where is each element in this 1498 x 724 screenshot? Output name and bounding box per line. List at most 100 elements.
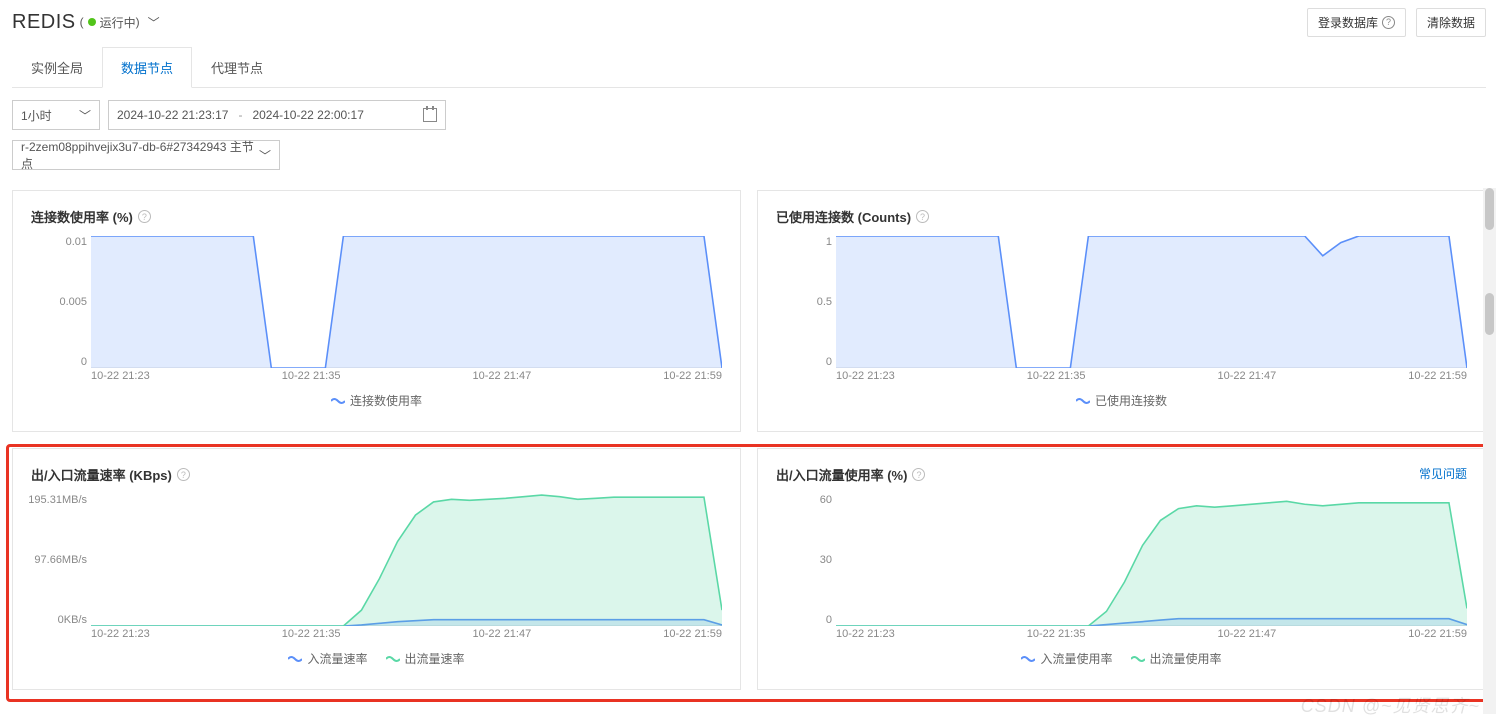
- page-header: REDIS (运行中) ﹀ 登录数据库 ? 清除数据: [12, 4, 1486, 40]
- x-tick: 10-22 21:35: [282, 628, 341, 644]
- y-tick: 30: [820, 554, 832, 566]
- scrollbar-track[interactable]: [1483, 188, 1496, 714]
- y-tick: 97.66MB/s: [34, 554, 87, 566]
- y-tick: 0.005: [59, 296, 87, 308]
- status-text: 运行中: [100, 14, 136, 31]
- chart-legend: 入流量速率 出流量速率: [31, 650, 722, 667]
- x-axis: 10-22 21:2310-22 21:3510-22 21:4710-22 2…: [91, 370, 722, 386]
- x-tick: 10-22 21:59: [663, 628, 722, 644]
- x-tick: 10-22 21:47: [1218, 628, 1277, 644]
- legend-label: 入流量使用率: [1040, 650, 1112, 667]
- legend-item[interactable]: 连接数使用率: [331, 392, 422, 409]
- chevron-down-icon: ﹀: [259, 147, 271, 164]
- chart-plot[interactable]: [836, 236, 1467, 368]
- legend-item[interactable]: 入流量速率: [288, 650, 367, 667]
- y-tick: 0.5: [817, 296, 832, 308]
- x-tick: 10-22 21:35: [1027, 370, 1086, 386]
- x-axis: 10-22 21:23 10-22 21:35 10-22 21:47 10-22 2…: [91, 628, 722, 644]
- legend-label: 连接数使用率: [350, 392, 422, 409]
- chart-plot[interactable]: [836, 494, 1467, 626]
- help-icon[interactable]: ?: [177, 468, 190, 481]
- legend-item[interactable]: 出流量使用率: [1131, 650, 1222, 667]
- legend-item[interactable]: 入流量使用率: [1021, 650, 1112, 667]
- x-axis: 10-22 21:23 10-22 21:35 10-22 21:47 10-22 2…: [836, 370, 1467, 386]
- watermark: CSDN @~见贤思齐~: [1301, 692, 1480, 718]
- chart-card-conn_used: 已使用连接数 (Counts) ? 10.50 10-22 21:2310-22…: [757, 190, 1486, 432]
- y-axis: 10.50: [776, 236, 836, 368]
- tabs: 实例全局 数据节点 代理节点: [12, 46, 1486, 88]
- faq-link[interactable]: 常见问题: [1419, 465, 1467, 482]
- range-start: 2024-10-22 21:23:17: [117, 108, 228, 122]
- scrollbar-thumb[interactable]: [1485, 188, 1494, 230]
- chart-card-traffic_rate: 出/入口流量速率 (KBps) ? 195.31MB/s97.66MB/s0KB…: [12, 448, 741, 690]
- x-tick: 10-22 21:35: [282, 370, 341, 386]
- legend-item[interactable]: 已使用连接数: [1076, 392, 1167, 409]
- help-icon[interactable]: ?: [912, 468, 925, 481]
- x-tick: 10-22 21:23: [836, 370, 895, 386]
- chart-plot[interactable]: [91, 236, 722, 368]
- chart-legend: 连接数使用率: [31, 392, 722, 409]
- clear-data-label: 清除数据: [1427, 14, 1475, 31]
- x-tick: 10-22 21:47: [473, 628, 532, 644]
- scrollbar-thumb[interactable]: [1485, 293, 1494, 335]
- y-axis: 195.31MB/s97.66MB/s0KB/s: [31, 494, 91, 626]
- x-axis: 10-22 21:23 10-22 21:35 10-22 21:47 10-22 2…: [836, 628, 1467, 644]
- chart-body: 0.01 0.005 0 10-22 21:23 10-22 21:35 10-22 2…: [31, 236, 722, 386]
- x-tick: 10-22 21:47: [1218, 370, 1277, 386]
- chart-legend: 入流量使用率 出流量使用率: [776, 650, 1467, 667]
- tab-instance-global[interactable]: 实例全局: [12, 47, 102, 88]
- chevron-down-icon[interactable]: ﹀: [148, 14, 160, 31]
- calendar-icon: [423, 108, 437, 122]
- login-db-button[interactable]: 登录数据库 ?: [1307, 8, 1406, 37]
- node-value: r-2zem08ppihvejix3u7-db-6#27342943 主节点: [21, 138, 259, 172]
- chart-body: 10.50 10-22 21:2310-22 21:3510-22 21:471…: [776, 236, 1467, 386]
- y-tick: 0: [826, 356, 832, 368]
- period-select[interactable]: 1小时 ﹀: [12, 100, 100, 130]
- x-tick: 10-22 21:47: [473, 370, 532, 386]
- filter-bar: 1小时 ﹀ 2024-10-22 21:23:17 - 2024-10-22 2…: [12, 100, 1486, 130]
- x-tick: 10-22 21:23: [91, 628, 150, 644]
- range-dash: -: [238, 108, 242, 122]
- legend-label: 已使用连接数: [1095, 392, 1167, 409]
- chart-title: 连接数使用率 (%) ?: [31, 207, 722, 226]
- time-range-picker[interactable]: 2024-10-22 21:23:17 - 2024-10-22 22:00:1…: [108, 100, 446, 130]
- tab-data-node[interactable]: 数据节点: [102, 47, 192, 88]
- chart-title: 出/入口流量速率 (KBps) ?: [31, 465, 722, 484]
- clear-data-button[interactable]: 清除数据: [1416, 8, 1486, 37]
- help-icon[interactable]: ?: [916, 210, 929, 223]
- help-icon: ?: [1382, 16, 1395, 29]
- chart-title: 出/入口流量使用率 (%) ?: [776, 465, 1467, 484]
- legend-label: 入流量速率: [307, 650, 367, 667]
- charts-grid: 连接数使用率 (%) ? 0.010.0050 10-22 21:2310-22…: [12, 190, 1486, 690]
- chart-title: 已使用连接数 (Counts) ?: [776, 207, 1467, 226]
- legend-label: 出流量速率: [405, 650, 465, 667]
- chevron-down-icon: ﹀: [79, 107, 91, 124]
- legend-item[interactable]: 出流量速率: [386, 650, 465, 667]
- y-tick: 0: [826, 614, 832, 626]
- login-db-label: 登录数据库: [1318, 14, 1378, 31]
- y-axis: 60300: [776, 494, 836, 626]
- page-title: REDIS: [12, 11, 76, 34]
- range-end: 2024-10-22 22:00:17: [252, 108, 363, 122]
- chart-plot[interactable]: [91, 494, 722, 626]
- x-tick: 10-22 21:59: [1408, 628, 1467, 644]
- chart-card-conn_rate: 连接数使用率 (%) ? 0.01 0.005 0 10-22 21:23 10-22…: [12, 190, 741, 432]
- y-tick: 0: [81, 356, 87, 368]
- period-value: 1小时: [21, 107, 52, 124]
- chart-body: 195.31MB/s97.66MB/s0KB/s 10-22 21:2310-2…: [31, 494, 722, 644]
- header-actions: 登录数据库 ? 清除数据: [1307, 8, 1486, 37]
- help-icon[interactable]: ?: [138, 210, 151, 223]
- chart-card-traffic_usage: 常见问题 出/入口流量使用率 (%) ? 60300 10-22 21:2310…: [757, 448, 1486, 690]
- x-tick: 10-22 21:59: [1408, 370, 1467, 386]
- node-select[interactable]: r-2zem08ppihvejix3u7-db-6#27342943 主节点 ﹀: [12, 140, 280, 170]
- chart-body: 60300 10-22 21:2310-22 21:3510-22 21:471…: [776, 494, 1467, 644]
- y-tick: 0.01: [66, 236, 87, 248]
- y-tick: 0KB/s: [58, 614, 87, 626]
- x-tick: 10-22 21:35: [1027, 628, 1086, 644]
- tab-proxy-node[interactable]: 代理节点: [192, 47, 282, 88]
- x-tick: 10-22 21:23: [836, 628, 895, 644]
- y-axis: 0.01 0.005 0: [31, 236, 91, 368]
- legend-label: 出流量使用率: [1150, 650, 1222, 667]
- status-indicator: (运行中): [80, 14, 140, 31]
- x-tick: 10-22 21:23: [91, 370, 150, 386]
